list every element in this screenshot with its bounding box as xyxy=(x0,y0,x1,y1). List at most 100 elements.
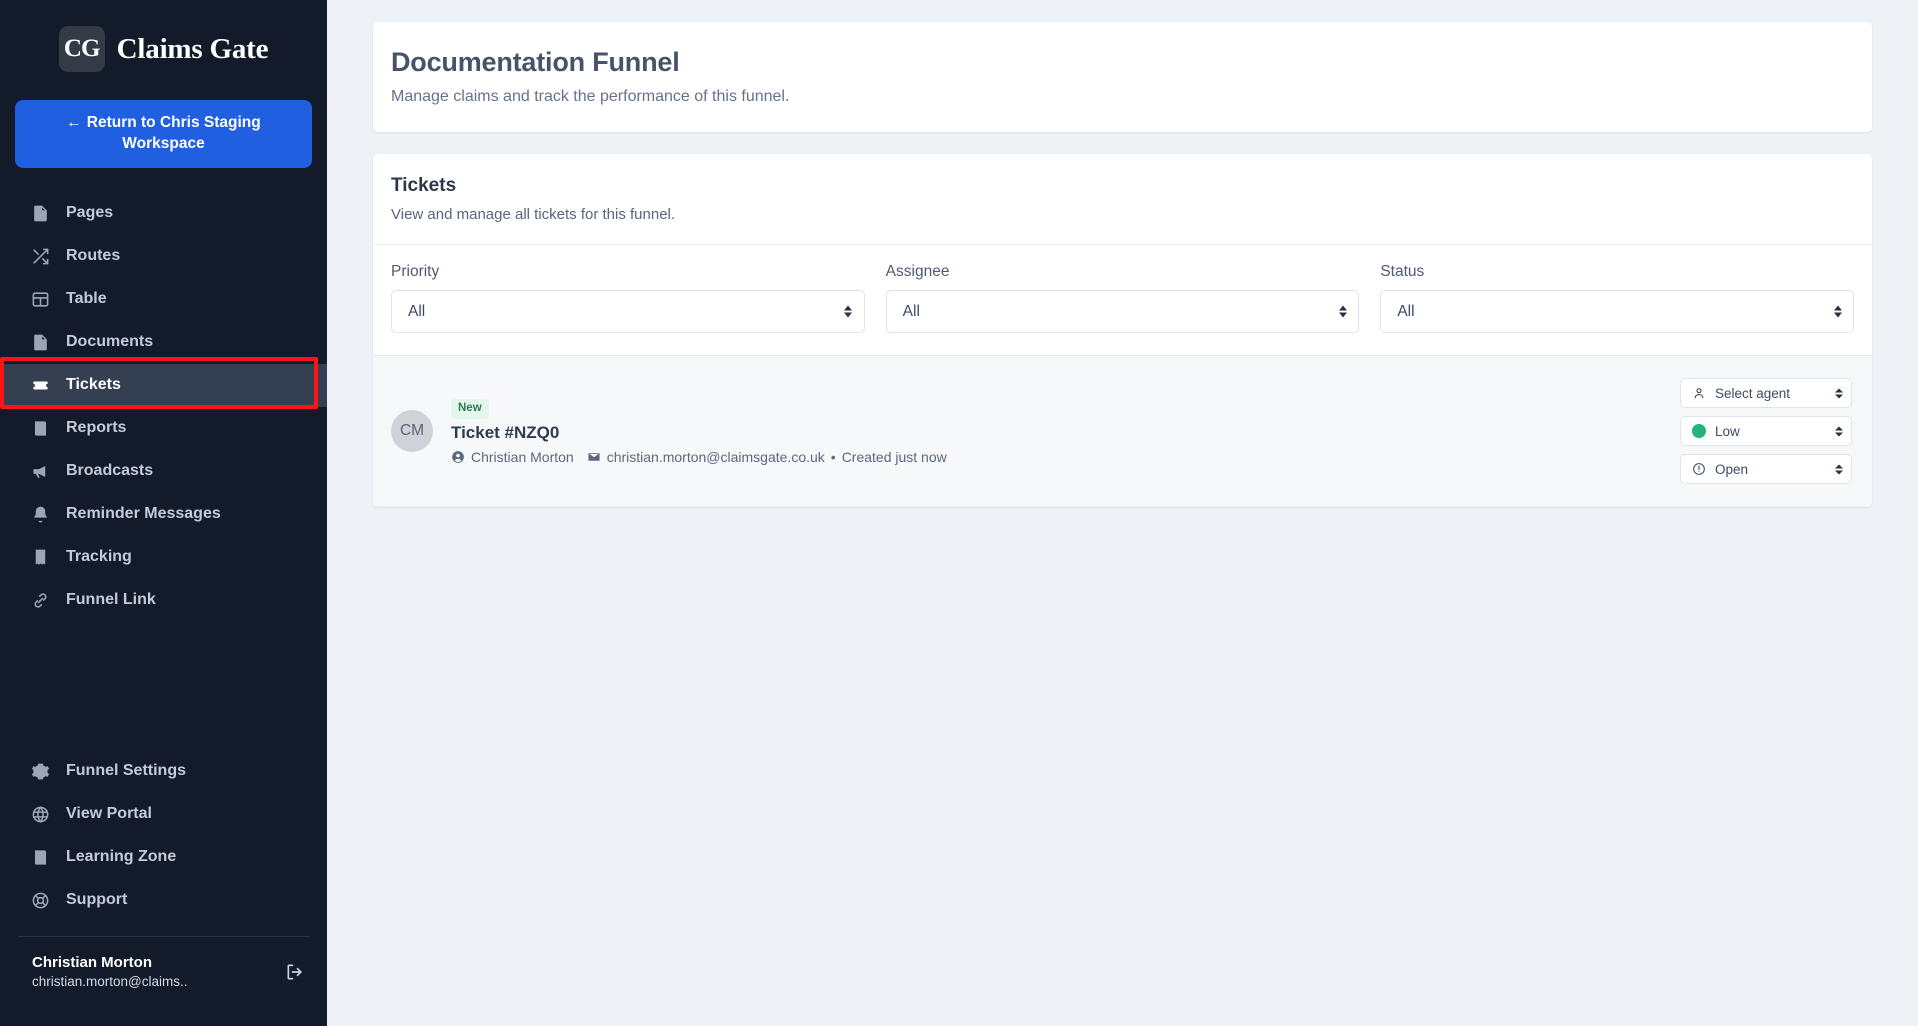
user-email: christian.morton@claims.. xyxy=(32,974,188,990)
main-content: Documentation Funnel Manage claims and t… xyxy=(327,0,1918,1026)
sidebar-item-broadcasts[interactable]: Broadcasts xyxy=(0,450,327,493)
report-icon xyxy=(31,419,50,438)
sidebar-item-routes[interactable]: Routes xyxy=(0,235,327,278)
priority-select-value: Low xyxy=(1715,423,1740,439)
sidebar-item-label: Learning Zone xyxy=(66,848,177,866)
exclamation-circle-icon xyxy=(1692,462,1706,476)
chevron-updown-icon xyxy=(844,304,853,319)
chevron-updown-icon xyxy=(1835,463,1843,476)
megaphone-icon xyxy=(31,462,50,481)
return-to-workspace-label: Return to Chris Staging Workspace xyxy=(86,114,261,152)
agent-select-value: Select agent xyxy=(1715,385,1791,401)
ticket-status-value: Open xyxy=(1715,461,1749,477)
sidebar-item-learning-zone[interactable]: Learning Zone xyxy=(0,836,327,879)
assignee-filter-value: All xyxy=(902,302,920,320)
status-filter-value: All xyxy=(1397,302,1415,320)
sidebar-item-label: View Portal xyxy=(66,805,152,823)
ticket-meta: Christian Morton christian.morton@claims… xyxy=(451,449,1662,465)
status-filter-label: Status xyxy=(1380,263,1425,281)
user-profile-text: Christian Morton christian.morton@claims… xyxy=(32,953,275,992)
tickets-card-header: Tickets View and manage all tickets for … xyxy=(373,154,1872,246)
sidebar-item-label: Tickets xyxy=(66,376,121,394)
sidebar-item-support[interactable]: Support xyxy=(0,879,327,922)
assignee-filter-select[interactable]: All xyxy=(885,290,1360,334)
sidebar-item-documents[interactable]: Documents xyxy=(0,321,327,364)
sidebar-item-pages[interactable]: Pages xyxy=(0,192,327,235)
page-header: Documentation Funnel Manage claims and t… xyxy=(373,22,1872,133)
ticket-person: Christian Morton xyxy=(471,448,574,465)
sidebar-item-funnel-settings[interactable]: Funnel Settings xyxy=(0,750,327,793)
logout-icon[interactable] xyxy=(285,962,305,982)
agent-select[interactable]: Select agent xyxy=(1680,378,1852,409)
link-icon xyxy=(31,591,50,610)
book-icon xyxy=(31,848,50,867)
user-name: Christian Morton xyxy=(32,953,152,971)
sidebar-item-funnel-link[interactable]: Funnel Link xyxy=(0,579,327,622)
user-profile[interactable]: Christian Morton christian.morton@claims… xyxy=(0,937,327,1010)
sidebar-item-label: Documents xyxy=(66,333,154,351)
table-icon xyxy=(31,290,50,309)
page-icon xyxy=(31,204,50,223)
arrow-left-icon: ← xyxy=(66,114,82,131)
sidebar-item-label: Broadcasts xyxy=(66,462,154,480)
status-filter-group: Status All xyxy=(1380,263,1855,334)
user-icon xyxy=(1692,386,1706,400)
primary-nav: Pages Routes Table Documents Tickets Rep… xyxy=(0,188,327,922)
sidebar-item-label: Support xyxy=(66,891,128,909)
sidebar-item-tracking[interactable]: Tracking xyxy=(0,536,327,579)
return-to-workspace-button[interactable]: ← Return to Chris Staging Workspace xyxy=(15,100,312,168)
sidebar-item-label: Funnel Settings xyxy=(66,762,186,780)
sidebar-item-table[interactable]: Table xyxy=(0,278,327,321)
assignee-filter-group: Assignee All xyxy=(885,263,1360,334)
lifebuoy-icon xyxy=(31,891,50,910)
brand-name: Claims Gate xyxy=(116,32,269,65)
meta-separator: • xyxy=(830,448,836,465)
globe-icon xyxy=(31,805,50,824)
sidebar: CG Claims Gate ← Return to Chris Staging … xyxy=(0,0,327,1026)
priority-filter-group: Priority All xyxy=(391,263,865,334)
sidebar-item-label: Table xyxy=(66,290,107,308)
envelope-icon xyxy=(587,450,601,464)
assignee-filter-label: Assignee xyxy=(885,263,950,281)
sidebar-item-reminder-messages[interactable]: Reminder Messages xyxy=(0,493,327,536)
priority-filter-label: Priority xyxy=(391,263,440,281)
priority-select[interactable]: Low xyxy=(1680,416,1852,447)
gear-icon xyxy=(31,762,50,781)
sidebar-item-tickets[interactable]: Tickets xyxy=(0,363,327,407)
table-row[interactable]: CM New Ticket #NZQ0 Christian Morton chr… xyxy=(373,356,1872,508)
page-title: Documentation Funnel xyxy=(391,47,680,77)
sidebar-item-label: Reminder Messages xyxy=(66,505,221,523)
ticket-email: christian.morton@claimsgate.co.uk xyxy=(606,448,825,465)
sidebar-item-view-portal[interactable]: View Portal xyxy=(0,793,327,836)
priority-filter-select[interactable]: All xyxy=(391,290,865,334)
chevron-updown-icon xyxy=(1338,304,1347,319)
shuffle-icon xyxy=(31,247,50,266)
status-filter-select[interactable]: All xyxy=(1380,290,1855,334)
tickets-card-title: Tickets xyxy=(391,175,457,197)
chevron-updown-icon xyxy=(1835,425,1843,438)
tickets-card: Tickets View and manage all tickets for … xyxy=(373,154,1872,508)
ticket-status-select[interactable]: Open xyxy=(1680,454,1852,485)
sidebar-item-label: Reports xyxy=(66,419,127,437)
brand: CG Claims Gate xyxy=(0,0,327,94)
page-subtitle: Manage claims and track the performance … xyxy=(391,88,790,106)
sidebar-item-label: Tracking xyxy=(66,548,132,566)
avatar: CM xyxy=(391,410,433,453)
priority-filter-value: All xyxy=(408,302,426,320)
sidebar-item-label: Routes xyxy=(66,247,121,265)
sidebar-item-label: Funnel Link xyxy=(66,591,156,609)
tickets-card-subtitle: View and manage all tickets for this fun… xyxy=(391,205,676,223)
document-icon xyxy=(31,333,50,352)
chevron-updown-icon xyxy=(1833,304,1842,319)
ticket-title: Ticket #NZQ0 xyxy=(451,422,560,442)
sidebar-item-reports[interactable]: Reports xyxy=(0,407,327,450)
bell-icon xyxy=(31,505,50,524)
receipt-icon xyxy=(31,548,50,567)
ticket-controls: Select agent Low Open xyxy=(1680,378,1852,485)
logo-mark-icon: CG xyxy=(58,26,105,72)
app-root: CG Claims Gate ← Return to Chris Staging … xyxy=(0,0,1918,1026)
ticket-created: Created just now xyxy=(841,448,947,465)
sidebar-item-label: Pages xyxy=(66,204,114,222)
green-dot-icon xyxy=(1692,424,1706,439)
